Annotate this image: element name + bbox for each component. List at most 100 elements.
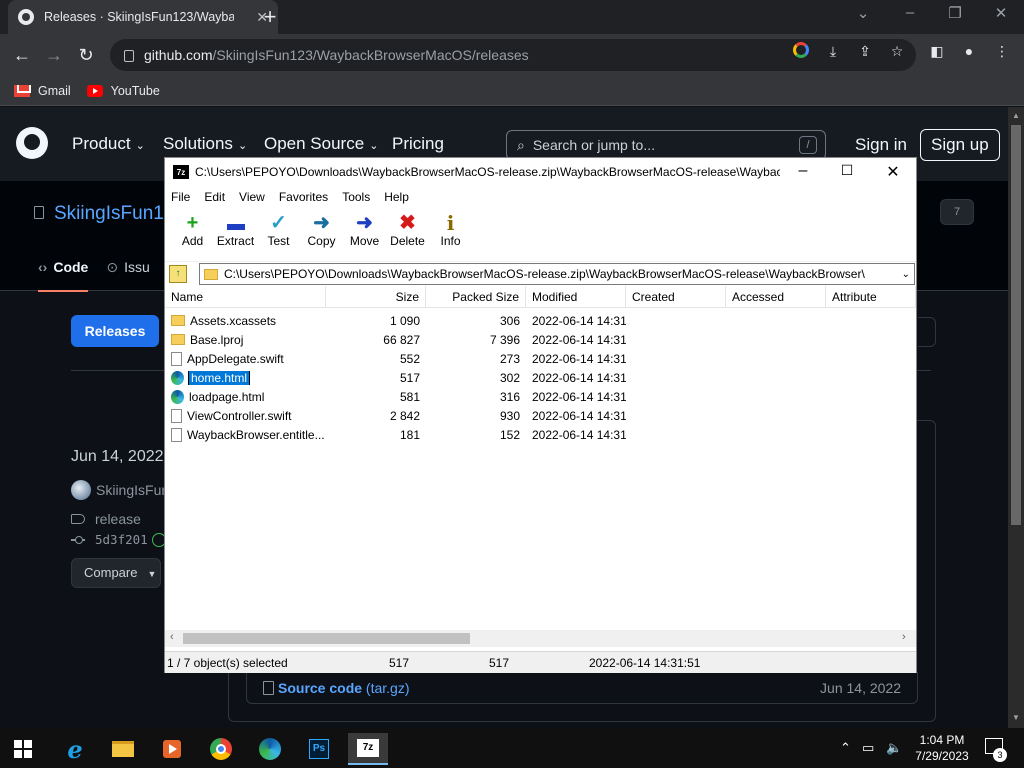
page-scrollbar[interactable]: ▲ ▼ — [1008, 107, 1024, 728]
window-close-icon[interactable]: ✕ — [986, 4, 1016, 22]
tab-issues[interactable]: ⊙ Issu — [106, 259, 149, 292]
taskbar-clock[interactable]: 1:04 PM 7/29/2023 — [912, 732, 972, 764]
window-minimize-icon[interactable]: – — [895, 4, 925, 21]
chrome-icon[interactable] — [201, 733, 241, 765]
profile-icon[interactable]: ● — [960, 42, 978, 60]
horizontal-scrollbar[interactable]: ‹ › — [165, 630, 916, 647]
menu-edit[interactable]: Edit — [204, 190, 225, 204]
edge-html-file-icon — [171, 389, 184, 404]
table-row[interactable]: Base.lproj 66 827 7 396 2022-06-14 14:31 — [165, 330, 916, 349]
windows-taskbar: e Ps 7z ⌃ ▭ 🔈 1:04 PM 7/29/2023 3 — [0, 728, 1024, 768]
column-attributes[interactable]: Attribute — [826, 286, 916, 307]
tray-overflow-chevron-icon[interactable]: ⌃ — [840, 740, 851, 756]
table-row-selected[interactable]: home.html 517 302 2022-06-14 14:31 — [165, 368, 916, 387]
scroll-right-arrow-icon[interactable]: › — [902, 631, 906, 643]
repo-name-link[interactable]: SkiingIsFun1 — [34, 203, 164, 225]
edge-icon[interactable] — [250, 733, 290, 765]
sign-up-button[interactable]: Sign up — [920, 129, 1000, 161]
browser-menu-icon[interactable]: ⋮ — [993, 42, 1011, 60]
column-packed-size[interactable]: Packed Size — [426, 286, 526, 307]
asset-link[interactable]: Source code (tar.gz) — [278, 680, 410, 696]
sevenzip-minimize-icon[interactable]: – — [791, 162, 815, 180]
column-name[interactable]: Name — [165, 286, 326, 307]
browser-tab-releases[interactable]: Releases · SkiingIsFun123/Wayba ✕ — [8, 0, 278, 34]
scroll-down-arrow-icon[interactable]: ▼ — [1012, 713, 1020, 722]
menu-help[interactable]: Help — [384, 190, 409, 204]
github-search-input[interactable]: ⌕ Search or jump to... / — [506, 130, 826, 160]
table-row[interactable]: Assets.xcassets 1 090 306 2022-06-14 14:… — [165, 311, 916, 330]
table-row[interactable]: loadpage.html 581 316 2022-06-14 14:31 — [165, 387, 916, 406]
internet-explorer-icon[interactable]: e — [55, 733, 95, 765]
releases-tab-button[interactable]: Releases — [71, 315, 159, 347]
scroll-thumb[interactable] — [1011, 125, 1021, 525]
issues-icon: ⊙ — [106, 259, 119, 275]
file-explorer-icon[interactable] — [103, 733, 143, 765]
table-row[interactable]: AppDelegate.swift 552 273 2022-06-14 14:… — [165, 349, 916, 368]
folder-up-icon[interactable]: ↑ — [169, 265, 187, 283]
sevenzip-close-icon[interactable]: ✕ — [881, 162, 905, 182]
release-author[interactable]: SkiingIsFun — [71, 480, 169, 500]
bookmark-star-icon[interactable]: ☆ — [888, 42, 906, 60]
rename-field[interactable]: home.html — [187, 370, 251, 385]
back-arrow-icon[interactable]: ← — [10, 43, 34, 67]
window-restore-icon[interactable]: ❐ — [940, 4, 970, 22]
menu-tools[interactable]: Tools — [342, 190, 370, 204]
sign-in-link[interactable]: Sign in — [855, 135, 907, 155]
clock-time: 1:04 PM — [919, 733, 965, 747]
release-commit[interactable]: 5d3f201 — [71, 532, 166, 547]
tab-code[interactable]: ‹› Code — [38, 259, 89, 292]
bookmark-gmail[interactable]: Gmail — [14, 84, 71, 98]
column-size[interactable]: Size — [326, 286, 426, 307]
menu-file[interactable]: File — [171, 190, 190, 204]
nav-open-source[interactable]: Open Source ⌄ — [264, 134, 378, 154]
table-row[interactable]: WaybackBrowser.entitle... 181 152 2022-0… — [165, 425, 916, 444]
horizontal-scroll-thumb[interactable] — [183, 633, 470, 644]
google-lens-icon[interactable] — [793, 42, 811, 60]
extract-button[interactable]: Extract — [214, 208, 257, 248]
column-modified[interactable]: Modified — [526, 286, 626, 307]
side-panel-icon[interactable]: ◧ — [928, 42, 946, 60]
menu-view[interactable]: View — [239, 190, 265, 204]
compare-button[interactable]: Compare ▼ — [71, 558, 161, 588]
tab-search-chevron-icon[interactable]: ⌄ — [848, 4, 878, 22]
nav-solutions[interactable]: Solutions ⌄ — [163, 134, 247, 154]
nav-product[interactable]: Product ⌄ — [72, 134, 145, 154]
column-created[interactable]: Created — [626, 286, 726, 307]
media-player-icon[interactable] — [152, 733, 192, 765]
copy-button[interactable]: ➜ Copy — [300, 208, 343, 248]
nav-pricing[interactable]: Pricing — [392, 134, 444, 154]
add-button[interactable]: + Add — [171, 208, 214, 248]
sevenzip-toolbar: + Add Extract ✓ Test ➜ Copy ➜ Move ✖ Delete i… — [165, 208, 916, 262]
menu-favorites[interactable]: Favorites — [279, 190, 328, 204]
delete-button[interactable]: ✖ Delete — [386, 208, 429, 248]
chevron-down-icon[interactable]: ⌄ — [902, 269, 910, 280]
network-icon[interactable]: ▭ — [862, 740, 874, 756]
share-icon[interactable]: ⇪ — [856, 42, 874, 60]
volume-muted-icon[interactable]: 🔈 — [886, 740, 902, 756]
column-accessed[interactable]: Accessed — [726, 286, 826, 307]
scroll-left-arrow-icon[interactable]: ‹ — [170, 631, 174, 643]
info-button[interactable]: i Info — [429, 208, 472, 248]
move-icon: ➜ — [356, 212, 373, 234]
sevenzip-maximize-icon[interactable]: ☐ — [835, 162, 859, 179]
forward-arrow-icon[interactable]: → — [42, 43, 66, 67]
move-button[interactable]: ➜ Move — [343, 208, 386, 248]
bookmark-youtube[interactable]: YouTube — [86, 84, 160, 98]
install-app-icon[interactable]: ⤓ — [824, 42, 842, 60]
github-logo-icon[interactable] — [16, 127, 48, 159]
tags-toggle-edge — [918, 317, 936, 347]
sevenzip-titlebar[interactable]: 7z C:\Users\PEPOYO\Downloads\WaybackBrow… — [165, 158, 916, 186]
sevenzip-taskbar-icon[interactable]: 7z — [348, 733, 388, 765]
release-tag[interactable]: release — [71, 511, 141, 527]
new-tab-plus-icon[interactable]: + — [258, 4, 282, 29]
scroll-up-arrow-icon[interactable]: ▲ — [1012, 111, 1020, 120]
photoshop-icon[interactable]: Ps — [299, 733, 339, 765]
table-row[interactable]: ViewController.swift 2 842 930 2022-06-1… — [165, 406, 916, 425]
asset-row-source-tar[interactable]: Source code (tar.gz) Jun 14, 2022 — [246, 672, 918, 704]
path-combobox[interactable]: C:\Users\PEPOYO\Downloads\WaybackBrowser… — [199, 263, 915, 285]
windows-start-icon[interactable] — [14, 740, 32, 758]
add-icon: + — [186, 212, 199, 234]
test-button[interactable]: ✓ Test — [257, 208, 300, 248]
asset-date: Jun 14, 2022 — [820, 680, 901, 696]
reload-icon[interactable]: ↻ — [74, 43, 98, 67]
